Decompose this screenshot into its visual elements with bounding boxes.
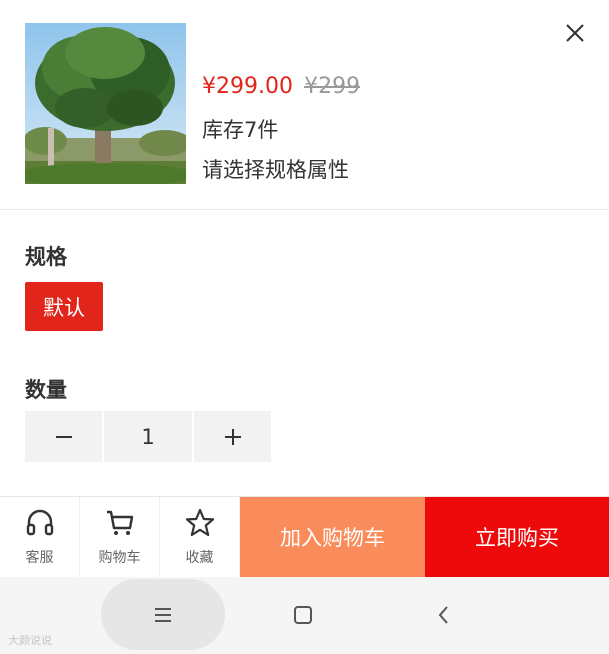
favorite-button[interactable]: 收藏 <box>160 497 240 577</box>
headset-icon <box>26 509 53 536</box>
spec-title: 规格 <box>25 245 67 269</box>
quantity-title: 数量 <box>25 378 67 402</box>
favorite-label: 收藏 <box>185 550 214 566</box>
sku-popup: ¥299.00 ¥299 库存7件 请选择规格属性 规格 默认 数量 1 客服 … <box>0 0 609 577</box>
stock-text: 库存7件 <box>202 118 279 142</box>
product-image <box>25 23 186 184</box>
customer-service-label: 客服 <box>25 550 54 566</box>
original-price: ¥299 <box>304 74 361 99</box>
home-button[interactable] <box>285 597 321 633</box>
square-home-icon <box>294 606 312 624</box>
add-to-cart-button[interactable]: 加入购物车 <box>240 497 425 577</box>
price-row: ¥299.00 ¥299 <box>202 74 360 104</box>
plus-icon <box>224 428 241 445</box>
customer-service-button[interactable]: 客服 <box>0 497 80 577</box>
current-price: ¥299.00 <box>202 74 293 99</box>
minus-icon <box>55 435 72 438</box>
watermark: 大颜说说 <box>8 634 52 647</box>
back-chevron-icon <box>438 606 448 624</box>
menu-icon <box>155 607 171 622</box>
quantity-input[interactable] <box>104 411 192 462</box>
quantity-stepper <box>25 411 271 462</box>
action-bar: 客服 购物车 收藏 加入购物车 立即购买 <box>0 496 609 577</box>
divider <box>0 209 609 210</box>
star-icon <box>185 508 214 537</box>
cart-label: 购物车 <box>98 550 141 566</box>
spec-option-default[interactable]: 默认 <box>25 282 103 331</box>
close-icon[interactable] <box>562 20 588 46</box>
menu-button[interactable] <box>101 579 225 650</box>
system-nav-bar <box>0 577 609 654</box>
buy-now-button[interactable]: 立即购买 <box>425 497 609 577</box>
decrease-button[interactable] <box>25 411 102 462</box>
cart-button[interactable]: 购物车 <box>80 497 160 577</box>
increase-button[interactable] <box>194 411 271 462</box>
select-hint: 请选择规格属性 <box>202 158 349 182</box>
cart-icon <box>106 510 133 535</box>
back-button[interactable] <box>426 597 462 633</box>
